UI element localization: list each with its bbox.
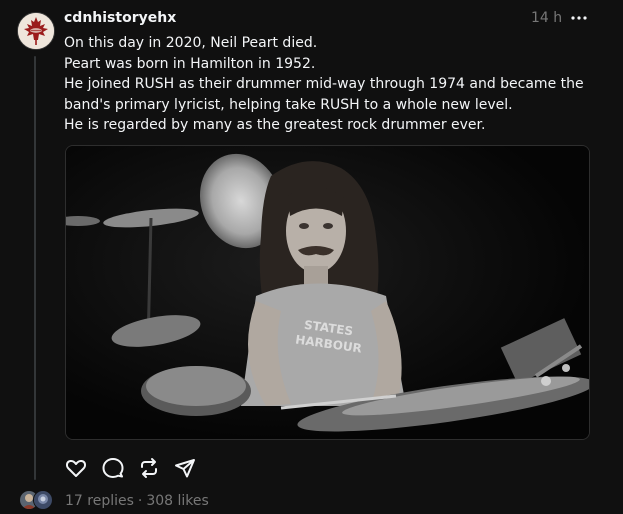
- maple-leaf-logo-icon: [18, 13, 54, 49]
- ellipsis-icon: [571, 16, 587, 20]
- replies-count[interactable]: 17 replies: [65, 493, 134, 509]
- repost-button[interactable]: [137, 456, 161, 480]
- post-text-line: band's primary lyricist, helping take RU…: [64, 96, 513, 113]
- post-text-line: He joined RUSH as their drummer mid-way …: [64, 76, 584, 92]
- post-image[interactable]: STATES HARBOUR: [65, 145, 590, 440]
- stats-separator: ·: [137, 493, 143, 509]
- replier-avatar: [33, 490, 53, 510]
- more-options-button[interactable]: [569, 8, 589, 28]
- likes-count[interactable]: 308 likes: [146, 493, 208, 509]
- comment-icon: [102, 458, 124, 478]
- username[interactable]: cdnhistoryehx: [64, 9, 176, 27]
- repost-icon: [141, 458, 157, 478]
- avatar[interactable]: [17, 12, 55, 50]
- drummer-photo: STATES HARBOUR: [66, 146, 589, 439]
- comment-button[interactable]: [101, 456, 125, 480]
- post-text-line: Peart was born in Hamilton in 1952.: [64, 55, 316, 72]
- post-text: On this day in 2020, Neil Peart died. Pe…: [64, 33, 604, 136]
- heart-icon: [65, 459, 87, 477]
- like-button[interactable]: [64, 456, 88, 480]
- post-text-line: On this day in 2020, Neil Peart died.: [64, 35, 318, 51]
- thread-post: cdnhistoryehx 14 h On this day in 2020, …: [0, 0, 623, 514]
- share-icon: [175, 459, 195, 478]
- replier-avatars[interactable]: [19, 490, 53, 510]
- post-text-line: He is regarded by many as the greatest r…: [64, 117, 486, 133]
- post-timestamp[interactable]: 14 h: [531, 9, 562, 27]
- post-stats: 17 replies · 308 likes: [65, 492, 209, 510]
- thread-line: [34, 56, 36, 480]
- share-button[interactable]: [173, 456, 197, 480]
